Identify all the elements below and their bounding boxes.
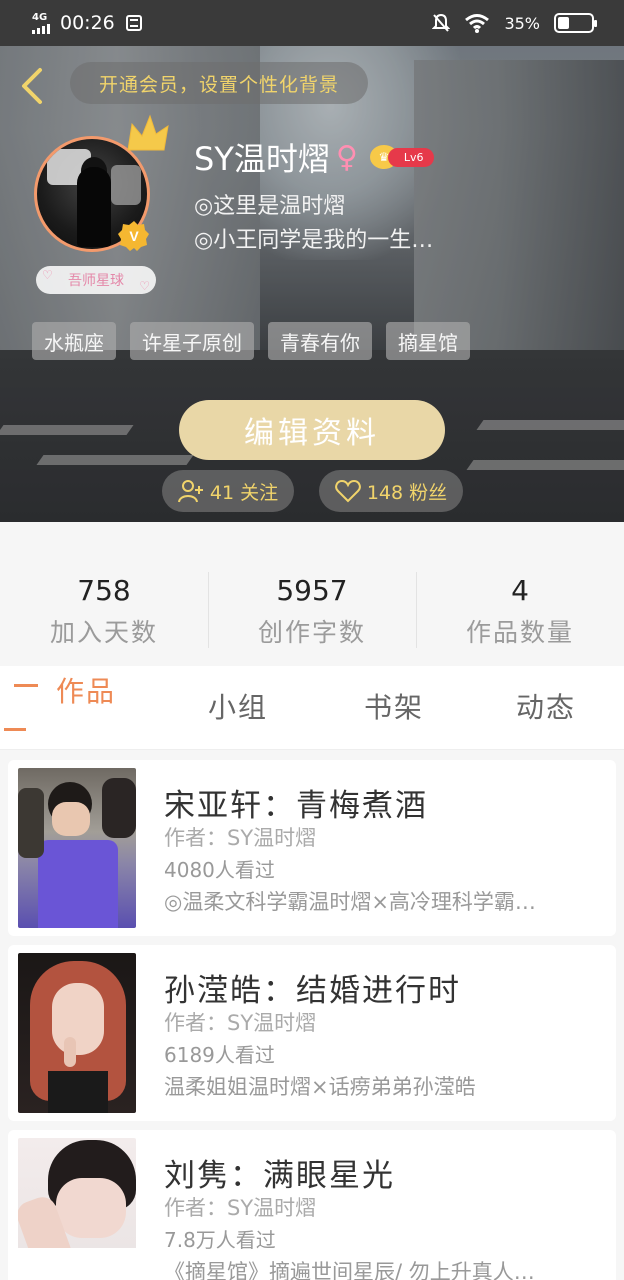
stat-join-days: 758 加入天数: [0, 562, 208, 660]
bio: ◎这里是温时熠 ◎小王同学是我的一生…: [194, 190, 484, 258]
tab-bar: 作品 小组 书架 动态: [0, 666, 624, 750]
female-gender-icon: ♀: [335, 139, 358, 175]
work-views: 6189人看过: [164, 1043, 275, 1067]
profile-tag[interactable]: 许星子原创: [130, 322, 254, 360]
planet-badge[interactable]: ♡ 吾师星球 ♡: [36, 266, 156, 294]
stat-label: 加入天数: [49, 618, 158, 647]
tab-groups[interactable]: 小组: [208, 686, 268, 726]
tab-activity[interactable]: 动态: [516, 686, 576, 726]
verified-v-icon: V: [118, 221, 149, 251]
username-row: SY温时熠 ♀ ♛ Lv6: [194, 134, 434, 180]
work-author: 作者：SY温时熠: [164, 1011, 317, 1035]
work-description: 《摘星馆》摘遍世间星辰/ 勿上升真人…: [164, 1260, 535, 1280]
status-bar: 4G 00:26 35%: [0, 0, 624, 46]
work-cover-image: [18, 768, 136, 928]
crown-icon: [127, 114, 169, 151]
stat-word-count: 5957 创作字数: [208, 562, 416, 660]
heart-icon: [335, 479, 361, 503]
stat-value: 758: [77, 574, 131, 607]
battery-percent: 35%: [504, 13, 540, 33]
profile-tag[interactable]: 摘星馆: [386, 322, 470, 360]
work-author: 作者：SY温时熠: [164, 826, 317, 850]
wifi-icon: [465, 14, 490, 33]
tab-works[interactable]: 作品: [56, 670, 116, 710]
edit-profile-button[interactable]: 编辑资料: [179, 400, 445, 460]
add-person-icon: [177, 480, 203, 503]
tag-list: 水瓶座 许星子原创 青春有你 摘星馆: [32, 322, 470, 360]
work-description: 温柔姐姐温时熠×话痨弟弟孙滢皓: [164, 1075, 476, 1099]
planet-badge-label: 吾师星球: [68, 273, 124, 289]
level-badge[interactable]: ♛ Lv6: [369, 145, 434, 169]
profile-tag[interactable]: 水瓶座: [32, 322, 116, 360]
stats-bar: 758 加入天数 5957 创作字数 4 作品数量: [0, 562, 624, 660]
following-button[interactable]: 41 关注: [162, 470, 294, 512]
fans-count: 148 粉丝: [366, 481, 448, 504]
work-title: 宋亚轩：青梅煮酒: [164, 788, 428, 824]
work-cover-image: [18, 953, 136, 1113]
work-cover-image: [18, 1138, 136, 1280]
stat-works-count: 4 作品数量: [416, 562, 624, 660]
network-type: 4G: [32, 11, 48, 23]
work-card[interactable]: 宋亚轩：青梅煮酒 作者：SY温时熠 4080人看过 ◎温柔文科学霸温时熠×高冷理…: [8, 760, 616, 936]
active-tab-indicator: [4, 728, 26, 731]
profile-tag[interactable]: 青春有你: [268, 322, 372, 360]
cellular-signal-icon: 4G: [32, 11, 50, 34]
username: SY温时熠: [194, 140, 330, 178]
stat-label: 作品数量: [465, 618, 574, 647]
battery-icon: [554, 13, 597, 33]
work-card[interactable]: 刘隽：满眼星光 作者：SY温时熠 7.8万人看过 《摘星馆》摘遍世间星辰/ 勿上…: [8, 1130, 616, 1280]
tab-bookshelf[interactable]: 书架: [364, 686, 424, 726]
stat-value: 5957: [276, 574, 348, 607]
stat-value: 4: [511, 574, 529, 607]
back-chevron-icon[interactable]: [18, 66, 48, 106]
svg-text:V: V: [129, 228, 139, 244]
work-views: 4080人看过: [164, 858, 275, 882]
work-views: 7.8万人看过: [164, 1228, 276, 1252]
active-tab-indicator: [14, 684, 38, 687]
work-title: 孙滢皓：结婚进行时: [164, 973, 461, 1009]
work-card[interactable]: 孙滢皓：结婚进行时 作者：SY温时熠 6189人看过 温柔姐姐温时熠×话痨弟弟孙…: [8, 945, 616, 1121]
work-author: 作者：SY温时熠: [164, 1196, 317, 1220]
work-description: ◎温柔文科学霸温时熠×高冷理科学霸…: [164, 890, 536, 914]
fans-button[interactable]: 148 粉丝: [319, 470, 463, 512]
work-title: 刘隽：满眼星光: [164, 1158, 395, 1194]
mute-bell-icon: [432, 13, 451, 32]
clock: 00:26: [60, 12, 115, 34]
bio-line: ◎小王同学是我的一生…: [194, 228, 434, 253]
screenshot-icon: [125, 15, 142, 31]
vip-background-banner[interactable]: 开通会员，设置个性化背景: [70, 62, 368, 104]
level-label: Lv6: [387, 147, 434, 167]
bio-line: ◎这里是温时熠: [194, 194, 346, 219]
stat-label: 创作字数: [257, 618, 366, 647]
following-count: 41 关注: [209, 481, 279, 504]
